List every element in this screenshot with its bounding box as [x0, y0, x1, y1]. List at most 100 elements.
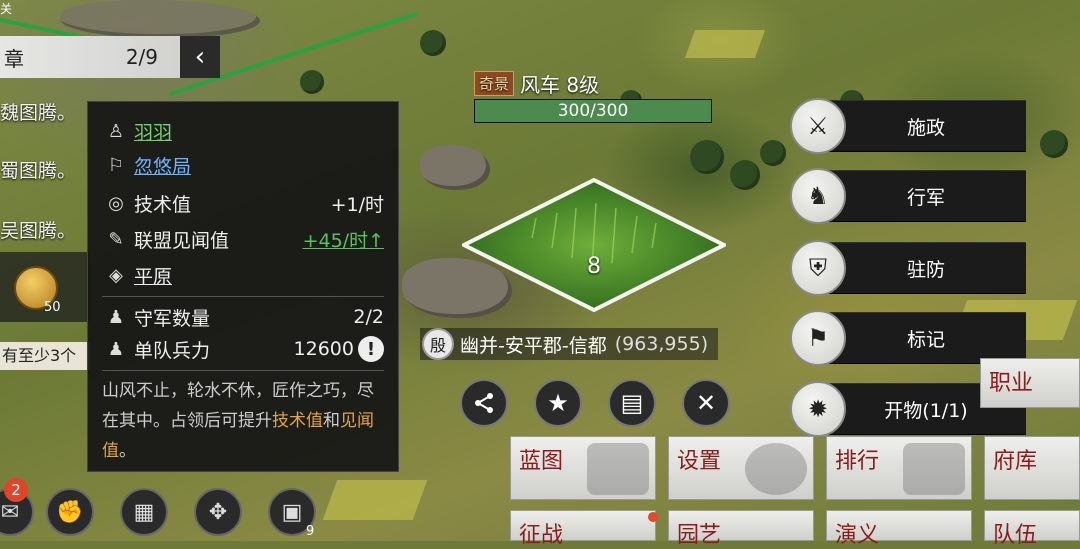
share-button[interactable]: [460, 379, 508, 427]
tree: [730, 160, 760, 190]
grid-label: 园艺: [677, 523, 722, 548]
toolbar-button-fist[interactable]: ✊: [46, 488, 94, 536]
grid-button-team[interactable]: 队伍: [984, 510, 1080, 548]
quest-hint[interactable]: 有至少3个: [0, 342, 90, 370]
shield-icon: ⛨: [790, 240, 846, 296]
grid-label: 府库: [993, 449, 1038, 474]
soldier-icon: ♟: [107, 306, 125, 328]
tech-row: ◎ 技术值 +1/时: [104, 188, 384, 218]
terrain-row: ◈ 平原: [104, 260, 384, 290]
grid-label: 设置: [677, 449, 722, 474]
reward-count: 50: [44, 300, 61, 315]
command-garrison[interactable]: 驻防 ⛨: [790, 240, 1026, 296]
location-badge: 殷: [422, 328, 454, 360]
close-icon: ✕: [695, 389, 717, 417]
tree: [300, 70, 324, 94]
terrain-icon: ◈: [109, 264, 123, 286]
chapter-bar[interactable]: 章 2/9: [0, 36, 180, 78]
bag-icon: ▣: [281, 499, 303, 525]
grid-button-battle[interactable]: 征战: [510, 510, 656, 548]
tile-name: 风车 8级: [520, 72, 600, 97]
exp-icon: ✎: [108, 228, 124, 250]
grid-button-settings[interactable]: 设置: [668, 436, 814, 500]
divider: [102, 370, 384, 371]
corner-char: 关: [0, 2, 13, 16]
collapse-chevron-icon[interactable]: ‹: [180, 36, 220, 78]
share-icon: [475, 393, 493, 413]
mail-icon: ✉: [0, 499, 20, 525]
quest-item[interactable]: 魏图腾。: [0, 98, 76, 125]
command-mark[interactable]: 标记 ⚑: [790, 310, 1026, 366]
location-label[interactable]: 殷 幽并-安平郡-信都 (963,955): [420, 328, 719, 360]
grid-label: 队伍: [993, 523, 1038, 548]
fist-icon: ✊: [56, 499, 84, 525]
grid-button-blueprint[interactable]: 蓝图: [510, 436, 656, 500]
tile-level: 8: [587, 254, 601, 279]
detail-button[interactable]: ▤: [608, 379, 656, 427]
grid-button-career[interactable]: 职业: [980, 358, 1080, 408]
command-govern[interactable]: 施政 ⚔: [790, 98, 1026, 154]
grid-button-garden[interactable]: 园艺: [668, 510, 814, 548]
notification-badge: 2: [4, 478, 28, 502]
grid-button-romance[interactable]: 演义: [826, 510, 972, 548]
farm-field: [684, 30, 766, 58]
exp-value[interactable]: +45/时↑: [303, 226, 384, 253]
close-button[interactable]: ✕: [682, 379, 730, 427]
desc-end: 。: [119, 441, 136, 461]
exp-row: ✎ 联盟见闻值 +45/时↑: [104, 224, 384, 254]
tree: [420, 30, 446, 56]
farm-field: [322, 480, 428, 520]
drum-icon: [903, 443, 965, 495]
info-alert-icon[interactable]: !: [358, 336, 384, 362]
owner-name[interactable]: 羽羽: [134, 118, 172, 145]
command-label: 标记: [826, 312, 1026, 364]
garrison-label: 守军数量: [134, 307, 211, 330]
command-march[interactable]: 行军 ♞: [790, 168, 1026, 224]
chapter-progress: 2/9: [125, 45, 158, 69]
command-label: 驻防: [826, 242, 1026, 294]
tech-value: +1/时: [330, 193, 384, 216]
troop-label: 单队兵力: [134, 339, 211, 362]
terrain-name[interactable]: 平原: [134, 262, 172, 289]
tile-description: 山风不止，轮水不休，匠作之巧，尽在其中。占领后可提升技术值和见闻值。: [102, 376, 384, 466]
book-icon: ▤: [620, 389, 644, 417]
garrison-value: 2/2: [353, 306, 384, 328]
tech-label: 技术值: [134, 193, 192, 216]
player-icon: ♙: [107, 120, 125, 142]
flag-icon: ⚑: [790, 310, 846, 366]
alliance-row: ⚐ 忽悠局: [104, 150, 384, 180]
troop-row: ♟ 单队兵力 12600 !: [104, 334, 384, 364]
tree: [690, 140, 724, 174]
selected-tile[interactable]: 8: [462, 178, 726, 312]
grid-button-ranking[interactable]: 排行: [826, 436, 972, 500]
wonder-tag: 奇景: [474, 70, 515, 96]
exp-value-text: +45/时: [302, 229, 369, 252]
tree: [1040, 130, 1068, 158]
march-icon: ♞: [790, 168, 846, 224]
alliance-name[interactable]: 忽悠局: [134, 152, 191, 179]
chapter-label: 章: [4, 46, 24, 71]
toolbar-button-scroll[interactable]: ▦: [120, 488, 168, 536]
tile-info-panel: ♙ 羽羽 ⚐ 忽悠局 ◎ 技术值 +1/时 ✎ 联盟见闻值 +45/时↑ ◈ 平…: [87, 101, 399, 472]
craft-icon: ✹: [790, 381, 846, 437]
scroll-icon: ▦: [133, 499, 155, 525]
troop-value: 12600: [293, 338, 354, 360]
garrison-row: ♟ 守军数量 2/2: [104, 302, 384, 332]
favorite-button[interactable]: ★: [534, 379, 582, 427]
quest-item[interactable]: 蜀图腾。: [0, 156, 76, 183]
command-label: 行军: [826, 170, 1026, 222]
grid-label: 排行: [835, 449, 880, 474]
divider: [102, 296, 384, 297]
rock: [60, 0, 260, 38]
toolbar-button-move[interactable]: ✥: [194, 488, 242, 536]
govern-icon: ⚔: [790, 98, 846, 154]
quest-item[interactable]: 吴图腾。: [0, 216, 76, 243]
notification-dot: [648, 512, 658, 522]
grid-label: 征战: [519, 523, 564, 548]
quest-reward[interactable]: 50: [0, 252, 90, 322]
grid-button-treasury[interactable]: 府库: [984, 436, 1080, 500]
move-icon: ✥: [208, 499, 228, 525]
tech-icon: ◎: [108, 192, 124, 214]
scroll-icon: [587, 443, 649, 495]
toolbar-count: 9: [306, 524, 315, 539]
